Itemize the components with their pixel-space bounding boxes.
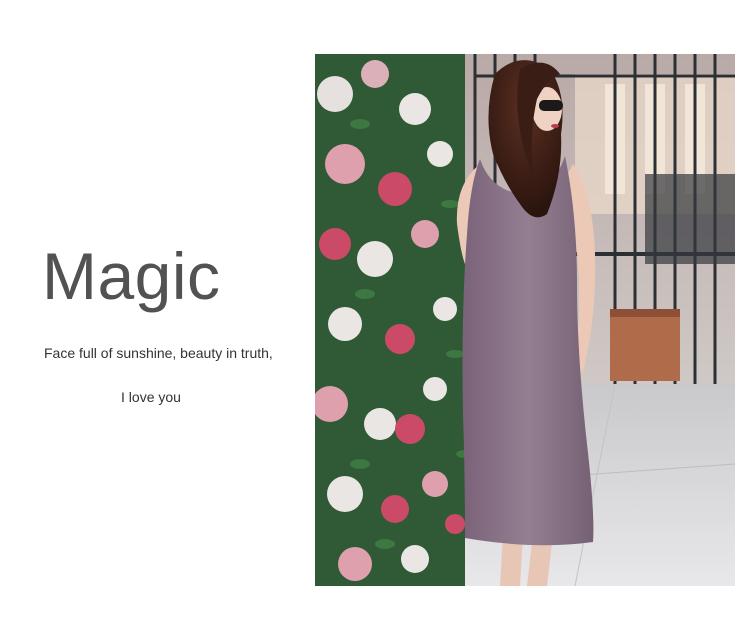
tagline-line-2: I love you: [121, 389, 181, 405]
headline: Magic: [42, 239, 221, 313]
tagline-line-1: Face full of sunshine, beauty in truth,: [44, 345, 273, 361]
model-photo: [315, 54, 735, 586]
product-banner: Magic Face full of sunshine, beauty in t…: [0, 0, 750, 637]
model-photo-illustration: [315, 54, 735, 586]
